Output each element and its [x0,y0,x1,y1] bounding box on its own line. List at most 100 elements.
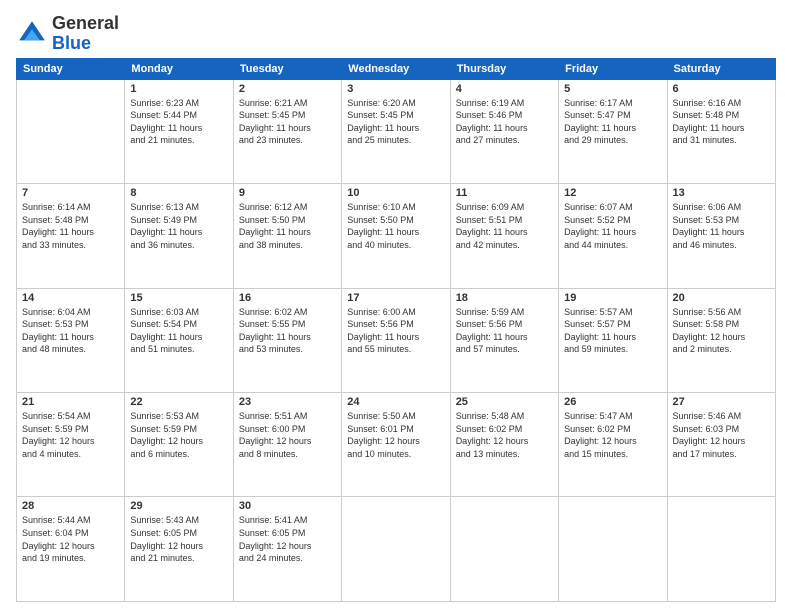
day-header-saturday: Saturday [667,58,775,79]
calendar-cell: 14Sunrise: 6:04 AM Sunset: 5:53 PM Dayli… [17,288,125,392]
day-info: Sunrise: 6:23 AM Sunset: 5:44 PM Dayligh… [130,97,227,147]
day-info: Sunrise: 6:13 AM Sunset: 5:49 PM Dayligh… [130,201,227,251]
day-number: 2 [239,83,336,95]
logo-icon [16,18,48,50]
day-number: 26 [564,396,661,408]
day-info: Sunrise: 5:57 AM Sunset: 5:57 PM Dayligh… [564,306,661,356]
logo-text: General Blue [52,14,119,54]
day-info: Sunrise: 6:14 AM Sunset: 5:48 PM Dayligh… [22,201,119,251]
logo: General Blue [16,14,119,54]
day-info: Sunrise: 6:10 AM Sunset: 5:50 PM Dayligh… [347,201,444,251]
calendar-week-1: 1 Sunrise: 6:23 AM Sunset: 5:44 PM Daylig… [17,79,776,183]
day-number: 30 [239,500,336,512]
day-number: 29 [130,500,227,512]
logo-blue: Blue [52,33,91,53]
day-info: Sunrise: 6:19 AM Sunset: 5:46 PM Dayligh… [456,97,553,147]
calendar-cell: 7 Sunrise: 6:14 AM Sunset: 5:48 PM Daylig… [17,184,125,288]
calendar-cell: 23Sunrise: 5:51 AM Sunset: 6:00 PM Dayli… [233,393,341,497]
calendar-cell [559,497,667,602]
calendar-cell: 30 Sunrise: 5:41 AM Sunset: 6:05 PM Dayli… [233,497,341,602]
day-info: Sunrise: 5:44 AM Sunset: 6:04 PM Dayligh… [22,514,119,564]
day-info: Sunrise: 6:06 AM Sunset: 5:53 PM Dayligh… [673,201,770,251]
calendar-cell [450,497,558,602]
calendar-cell: 20 Sunrise: 5:56 AM Sunset: 5:58 PM Dayli… [667,288,775,392]
day-header-tuesday: Tuesday [233,58,341,79]
calendar: SundayMondayTuesdayWednesdayThursdayFrid… [16,58,776,602]
day-header-sunday: Sunday [17,58,125,79]
day-info: Sunrise: 5:48 AM Sunset: 6:02 PM Dayligh… [456,410,553,460]
calendar-cell [17,79,125,183]
calendar-cell: 21Sunrise: 5:54 AM Sunset: 5:59 PM Dayli… [17,393,125,497]
day-number: 12 [564,187,661,199]
calendar-week-3: 14Sunrise: 6:04 AM Sunset: 5:53 PM Dayli… [17,288,776,392]
calendar-cell: 13 Sunrise: 6:06 AM Sunset: 5:53 PM Dayli… [667,184,775,288]
day-info: Sunrise: 5:56 AM Sunset: 5:58 PM Dayligh… [673,306,770,356]
calendar-cell: 6 Sunrise: 6:16 AM Sunset: 5:48 PM Daylig… [667,79,775,183]
day-info: Sunrise: 6:07 AM Sunset: 5:52 PM Dayligh… [564,201,661,251]
calendar-cell: 10Sunrise: 6:10 AM Sunset: 5:50 PM Dayli… [342,184,450,288]
day-info: Sunrise: 5:47 AM Sunset: 6:02 PM Dayligh… [564,410,661,460]
calendar-cell [342,497,450,602]
day-number: 15 [130,292,227,304]
day-number: 5 [564,83,661,95]
day-info: Sunrise: 5:53 AM Sunset: 5:59 PM Dayligh… [130,410,227,460]
day-info: Sunrise: 6:21 AM Sunset: 5:45 PM Dayligh… [239,97,336,147]
day-header-friday: Friday [559,58,667,79]
calendar-week-5: 28 Sunrise: 5:44 AM Sunset: 6:04 PM Dayli… [17,497,776,602]
day-number: 4 [456,83,553,95]
calendar-cell: 9 Sunrise: 6:12 AM Sunset: 5:50 PM Daylig… [233,184,341,288]
calendar-cell: 26 Sunrise: 5:47 AM Sunset: 6:02 PM Dayli… [559,393,667,497]
day-number: 24 [347,396,444,408]
calendar-cell: 12 Sunrise: 6:07 AM Sunset: 5:52 PM Dayli… [559,184,667,288]
day-info: Sunrise: 6:17 AM Sunset: 5:47 PM Dayligh… [564,97,661,147]
day-info: Sunrise: 5:41 AM Sunset: 6:05 PM Dayligh… [239,514,336,564]
day-number: 17 [347,292,444,304]
calendar-cell: 2 Sunrise: 6:21 AM Sunset: 5:45 PM Daylig… [233,79,341,183]
calendar-week-4: 21Sunrise: 5:54 AM Sunset: 5:59 PM Dayli… [17,393,776,497]
day-number: 19 [564,292,661,304]
day-info: Sunrise: 6:16 AM Sunset: 5:48 PM Dayligh… [673,97,770,147]
calendar-cell: 1 Sunrise: 6:23 AM Sunset: 5:44 PM Daylig… [125,79,233,183]
day-number: 7 [22,187,119,199]
day-info: Sunrise: 6:12 AM Sunset: 5:50 PM Dayligh… [239,201,336,251]
calendar-cell: 4 Sunrise: 6:19 AM Sunset: 5:46 PM Daylig… [450,79,558,183]
day-number: 22 [130,396,227,408]
day-info: Sunrise: 6:02 AM Sunset: 5:55 PM Dayligh… [239,306,336,356]
day-number: 13 [673,187,770,199]
day-number: 18 [456,292,553,304]
day-info: Sunrise: 6:20 AM Sunset: 5:45 PM Dayligh… [347,97,444,147]
calendar-cell: 15Sunrise: 6:03 AM Sunset: 5:54 PM Dayli… [125,288,233,392]
day-info: Sunrise: 6:09 AM Sunset: 5:51 PM Dayligh… [456,201,553,251]
calendar-cell: 17Sunrise: 6:00 AM Sunset: 5:56 PM Dayli… [342,288,450,392]
day-number: 16 [239,292,336,304]
day-number: 25 [456,396,553,408]
day-number: 20 [673,292,770,304]
day-header-wednesday: Wednesday [342,58,450,79]
calendar-header-row: SundayMondayTuesdayWednesdayThursdayFrid… [17,58,776,79]
calendar-cell: 22 Sunrise: 5:53 AM Sunset: 5:59 PM Dayli… [125,393,233,497]
calendar-cell: 28 Sunrise: 5:44 AM Sunset: 6:04 PM Dayli… [17,497,125,602]
day-number: 3 [347,83,444,95]
calendar-cell: 16 Sunrise: 6:02 AM Sunset: 5:55 PM Dayli… [233,288,341,392]
day-number: 9 [239,187,336,199]
day-number: 11 [456,187,553,199]
page: General Blue SundayMondayTuesdayWednesda… [0,0,792,612]
day-info: Sunrise: 5:46 AM Sunset: 6:03 PM Dayligh… [673,410,770,460]
day-header-monday: Monday [125,58,233,79]
day-info: Sunrise: 5:43 AM Sunset: 6:05 PM Dayligh… [130,514,227,564]
calendar-cell: 3 Sunrise: 6:20 AM Sunset: 5:45 PM Daylig… [342,79,450,183]
day-number: 1 [130,83,227,95]
header: General Blue [16,10,776,54]
day-info: Sunrise: 5:59 AM Sunset: 5:56 PM Dayligh… [456,306,553,356]
day-info: Sunrise: 5:50 AM Sunset: 6:01 PM Dayligh… [347,410,444,460]
calendar-cell: 18 Sunrise: 5:59 AM Sunset: 5:56 PM Dayli… [450,288,558,392]
day-header-thursday: Thursday [450,58,558,79]
day-number: 28 [22,500,119,512]
day-number: 6 [673,83,770,95]
calendar-cell: 24 Sunrise: 5:50 AM Sunset: 6:01 PM Dayli… [342,393,450,497]
day-number: 21 [22,396,119,408]
calendar-cell: 8Sunrise: 6:13 AM Sunset: 5:49 PM Daylig… [125,184,233,288]
calendar-cell: 11 Sunrise: 6:09 AM Sunset: 5:51 PM Dayli… [450,184,558,288]
calendar-cell [667,497,775,602]
day-info: Sunrise: 5:51 AM Sunset: 6:00 PM Dayligh… [239,410,336,460]
